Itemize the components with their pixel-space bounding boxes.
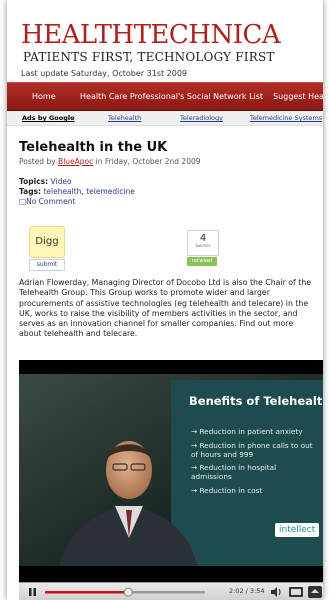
ads-bar: Ads by Google Telehealth Teleradiology T…: [7, 111, 323, 126]
time-readout: 2:02 / 3:54: [229, 587, 265, 595]
nav-item-social-network-list[interactable]: Health Care Professional's Social Networ…: [80, 92, 263, 101]
digg-submit-button[interactable]: submit: [29, 259, 65, 271]
tag-link-telehealth[interactable]: telehealth: [43, 187, 81, 196]
nav-item-suggest[interactable]: Suggest Hea: [273, 92, 323, 101]
topics-label: Topics:: [19, 177, 49, 186]
slide-bullets: → Reduction in patient anxiety → Reducti…: [191, 427, 315, 496]
fullscreen-icon[interactable]: [289, 587, 303, 597]
slide-bullet: → Reduction in patient anxiety: [191, 427, 303, 436]
site-logo[interactable]: HEALTHTECHNICA: [21, 20, 281, 50]
comments-link[interactable]: □No Comment: [19, 197, 75, 206]
volume-icon[interactable]: [271, 587, 281, 597]
slide-bullet: → Reduction in phone calls to out of hou…: [191, 440, 313, 459]
last-update: Last update Saturday, October 31st 2009: [21, 69, 188, 78]
video-frame[interactable]: Benefits of Telehealth → Reduction in pa…: [19, 360, 323, 582]
slide-bullet-text: Reduction in hospital admissions: [191, 463, 277, 482]
post-meta: Posted by BlueApoc in Friday, October 2n…: [19, 157, 201, 166]
progress-handle[interactable]: [123, 587, 133, 597]
post-body: Adrian Flowerday, Managing Director of D…: [19, 278, 312, 339]
slide-bullet-text: Reduction in patient anxiety: [199, 427, 303, 436]
slide-bullet-text: Reduction in phone calls to out of hours…: [191, 440, 313, 459]
slide-bullet-text: Reduction in cost: [199, 485, 263, 495]
posted-prefix: Posted by: [19, 157, 59, 166]
tags-label: Tags:: [19, 187, 42, 196]
post-tags: Tags: telehealth, telemedicine: [19, 187, 135, 196]
digg-button[interactable]: Digg: [29, 226, 65, 258]
tag-link-telemedicine[interactable]: telemedicine: [86, 187, 135, 196]
post-topics: Topics: Video: [19, 177, 72, 186]
player-controls: [29, 586, 322, 598]
site-tagline: PATIENTS FIRST, TECHNOLOGY FIRST: [23, 50, 275, 64]
topic-link-video[interactable]: Video: [51, 177, 72, 186]
retweet-button[interactable]: retweet: [187, 257, 217, 266]
tweet-count: 4: [199, 233, 207, 244]
slide-bullet: → Reduction in hospital admissions: [191, 463, 277, 482]
tweet-counter: 4 tweets: [187, 230, 219, 256]
comments-label: No Comment: [26, 197, 76, 206]
ads-by-google[interactable]: Ads by Google: [22, 114, 75, 122]
ad-link-telemedicine-systems[interactable]: Telemedicine Systems: [250, 114, 322, 122]
eject-icon[interactable]: [308, 586, 322, 598]
ad-link-telehealth[interactable]: Telehealth: [108, 114, 141, 122]
slide-bullet: → Reduction in cost: [191, 485, 263, 495]
main-nav: Home Health Care Professional's Social N…: [7, 82, 323, 111]
slide-title: Benefits of Telehealth: [189, 394, 323, 408]
post-title[interactable]: Telehealth in the UK: [19, 140, 167, 155]
pause-icon[interactable]: [29, 588, 36, 596]
video-controls: 2:02 / 3:54: [19, 582, 323, 600]
nav-item-home[interactable]: Home: [32, 92, 56, 101]
ad-link-teleradiology[interactable]: Teleradiology: [180, 114, 223, 122]
intellect-logo: intellect: [275, 523, 320, 537]
progress-fill: [45, 591, 129, 594]
page-frame: HEALTHTECHNICA PATIENTS FIRST, TECHNOLOG…: [7, 0, 323, 600]
posted-date: in Friday, October 2nd 2009: [93, 157, 201, 166]
tweet-count-label: tweets: [195, 244, 211, 249]
author-link[interactable]: BlueApoc: [58, 157, 93, 166]
